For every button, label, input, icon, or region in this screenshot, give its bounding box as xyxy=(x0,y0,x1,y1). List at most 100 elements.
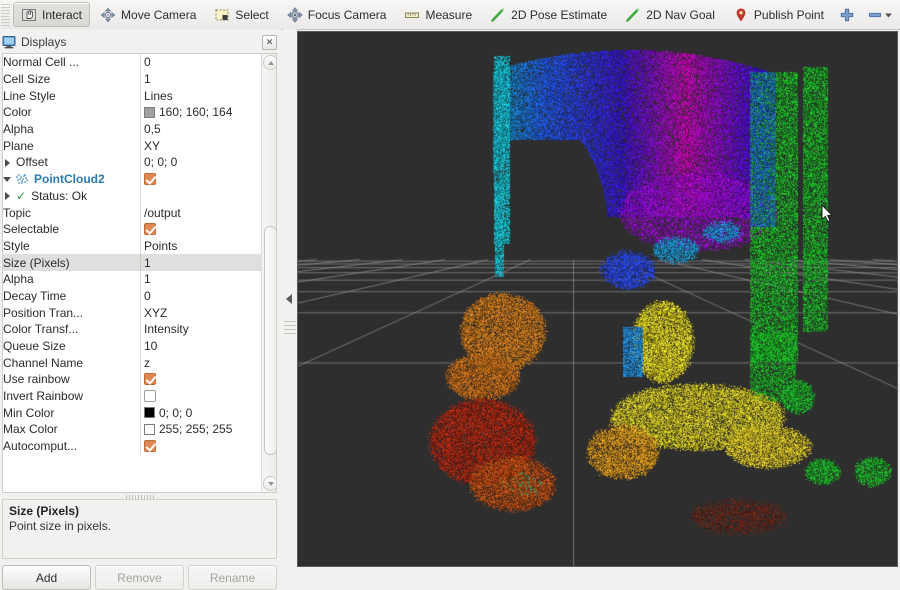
property-value-cell[interactable] xyxy=(140,437,261,455)
property-value-cell[interactable]: 0; 0; 0 xyxy=(140,154,261,171)
collapse-panel-arrow-icon[interactable] xyxy=(286,294,292,304)
property-row[interactable]: ✓ Status: Ok xyxy=(3,187,261,205)
property-value-cell[interactable] xyxy=(140,371,261,388)
property-row[interactable]: Cell Size 1 xyxy=(3,70,261,88)
property-row[interactable]: Color 160; 160; 164 xyxy=(3,104,261,121)
render-viewport-3d[interactable] xyxy=(297,31,898,567)
property-row[interactable]: Decay Time 0 xyxy=(3,287,261,305)
property-value-cell[interactable]: 0 xyxy=(140,287,261,305)
tool-select[interactable]: Select xyxy=(206,2,276,27)
property-rows-container: Normal Cell ... 0 Cell Size 1 Line Style Line… xyxy=(3,54,261,492)
tool-measure-label: Measure xyxy=(425,7,473,22)
tool-measure[interactable]: Measure xyxy=(396,2,480,27)
property-row[interactable]: Alpha 1 xyxy=(3,270,261,288)
expander-closed-icon[interactable] xyxy=(3,158,12,167)
property-value-label: 0 xyxy=(144,55,151,70)
property-name-label: Use rainbow xyxy=(3,372,70,387)
property-value-cell[interactable] xyxy=(140,187,261,205)
property-value-cell[interactable]: 0 xyxy=(140,54,261,71)
property-value-cell[interactable] xyxy=(140,220,261,238)
color-swatch[interactable] xyxy=(144,407,155,419)
scroll-down-icon[interactable] xyxy=(263,476,276,491)
checkbox-checked-icon[interactable] xyxy=(144,173,156,186)
property-value-cell[interactable]: 10 xyxy=(140,337,261,355)
property-value-cell[interactable]: 160; 160; 164 xyxy=(140,104,261,121)
property-value-cell[interactable]: XYZ xyxy=(140,304,261,321)
toolbar-drag-handle[interactable] xyxy=(1,3,10,26)
color-swatch[interactable] xyxy=(144,106,155,118)
property-name-cell: Color xyxy=(3,105,140,119)
panel-splitter[interactable] xyxy=(283,29,297,569)
property-row[interactable]: Invert Rainbow xyxy=(3,387,261,405)
property-name-label: Max Color xyxy=(3,422,58,437)
property-value-cell[interactable]: 1 xyxy=(140,70,261,88)
map-pin-icon xyxy=(733,7,749,23)
property-value-cell[interactable]: /output xyxy=(140,204,261,221)
property-value-cell[interactable]: Points xyxy=(140,237,261,255)
tool-2d-nav-goal[interactable]: 2D Nav Goal xyxy=(617,2,723,27)
property-row[interactable]: Line Style Lines xyxy=(3,87,261,105)
tool-publish-point[interactable]: Publish Point xyxy=(725,2,832,27)
property-row[interactable]: Selectable xyxy=(3,220,261,238)
tool-move-camera[interactable]: Move Camera xyxy=(92,2,204,27)
color-swatch[interactable] xyxy=(144,423,155,435)
property-value-label: 0; 0; 0 xyxy=(159,405,193,420)
property-row[interactable]: Size (Pixels) 1 xyxy=(3,254,261,271)
close-icon[interactable]: ✕ xyxy=(262,34,277,50)
property-row[interactable]: Autocomput... xyxy=(3,437,261,455)
property-row[interactable]: Max Color 255; 255; 255 xyxy=(3,421,261,438)
checkbox-unchecked-icon[interactable] xyxy=(144,390,156,403)
expander-closed-icon[interactable] xyxy=(3,191,12,201)
expander-open-icon[interactable] xyxy=(3,175,12,184)
chevron-down-icon[interactable] xyxy=(883,7,894,23)
property-value-cell[interactable]: 1 xyxy=(140,254,261,271)
property-row[interactable]: Plane XY xyxy=(3,137,261,155)
property-value-cell[interactable]: Intensity xyxy=(140,321,261,338)
tool-interact[interactable]: Interact xyxy=(13,2,91,27)
scroll-up-icon[interactable] xyxy=(263,55,276,70)
pointcloud-canvas[interactable] xyxy=(298,32,897,566)
add-tool-button[interactable] xyxy=(833,7,861,23)
tool-publish-point-label: Publish Point xyxy=(753,7,824,22)
tool-move-camera-label: Move Camera xyxy=(121,7,197,22)
checkbox-checked-icon[interactable] xyxy=(144,440,156,453)
tool-focus-camera[interactable]: Focus Camera xyxy=(279,2,395,27)
property-row[interactable]: Color Transf... Intensity xyxy=(3,321,261,338)
property-row[interactable]: Topic/output xyxy=(3,204,261,221)
tool-2d-pose-estimate[interactable]: 2D Pose Estimate xyxy=(482,2,615,27)
property-value-cell[interactable]: 0; 0; 0 xyxy=(140,404,261,422)
property-value-cell[interactable]: 255; 255; 255 xyxy=(140,421,261,438)
property-value-cell[interactable]: XY xyxy=(140,137,261,155)
tool-interact-label: Interact xyxy=(42,7,83,22)
property-row[interactable]: Style Points xyxy=(3,237,261,255)
description-title: Size (Pixels) xyxy=(9,504,80,518)
property-value-label: 1 xyxy=(144,255,151,270)
property-value-cell[interactable]: Lines xyxy=(140,87,261,105)
measure-ruler-icon xyxy=(404,7,420,23)
property-row[interactable]: Position Tran... XYZ xyxy=(3,304,261,321)
property-value-cell[interactable] xyxy=(140,387,261,405)
property-name-label: Position Tran... xyxy=(3,305,84,320)
hand-cursor-icon xyxy=(21,7,37,23)
property-row[interactable]: Alpha 0,5 xyxy=(3,120,261,138)
property-value-cell[interactable]: z xyxy=(140,354,261,372)
property-value-cell[interactable]: 0,5 xyxy=(140,120,261,138)
property-value-cell[interactable]: 1 xyxy=(140,270,261,288)
property-row[interactable]: Normal Cell ... 0 xyxy=(3,54,261,71)
property-row[interactable]: Offset 0; 0; 0 xyxy=(3,154,261,171)
property-name-cell: Alpha xyxy=(3,122,140,136)
displays-panel-header: Displays ✕ xyxy=(2,33,277,51)
property-row[interactable]: Channel Name z xyxy=(3,354,261,372)
display-property-tree[interactable]: Normal Cell ... 0 Cell Size 1 Line Style Line… xyxy=(2,53,277,493)
property-name-cell: Style xyxy=(3,239,140,253)
property-row[interactable]: Queue Size 10 xyxy=(3,337,261,355)
scrollbar-thumb[interactable] xyxy=(263,226,276,455)
property-row[interactable]: Use rainbow xyxy=(3,371,261,388)
property-value-cell[interactable] xyxy=(140,170,261,188)
checkbox-checked-icon[interactable] xyxy=(144,223,156,236)
tree-vertical-scrollbar[interactable] xyxy=(261,54,276,492)
property-row[interactable]: Min Color 0; 0; 0 xyxy=(3,404,261,422)
remove-tool-button[interactable] xyxy=(861,7,900,23)
property-row[interactable]: PointCloud2 xyxy=(3,170,261,188)
checkbox-checked-icon[interactable] xyxy=(144,373,156,386)
